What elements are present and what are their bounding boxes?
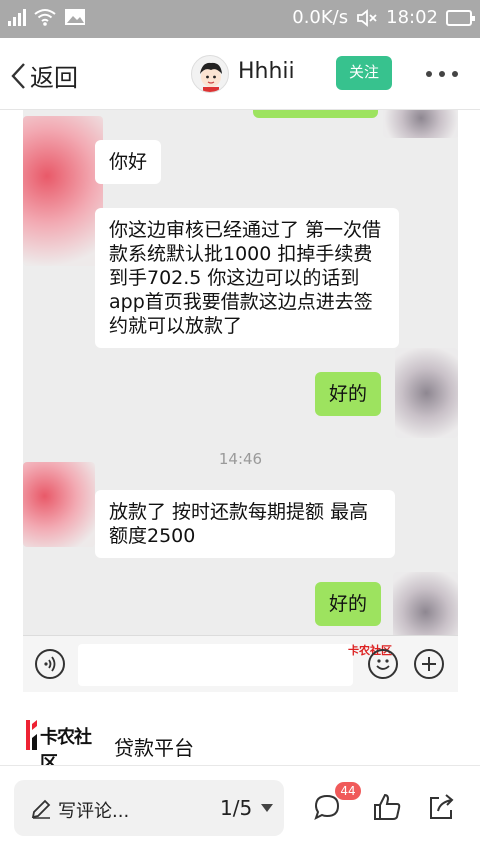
site-logo: 卡农社区 (24, 716, 96, 774)
back-label: 返回 (30, 64, 78, 92)
comment-count-badge: 44 (335, 782, 361, 800)
avatar-blurred (23, 462, 95, 547)
plus-icon (414, 649, 444, 679)
message-bubble-left: 放款了 按时还款每期提额 最高额度2500 (95, 490, 395, 558)
message-bubble-right: 好的 (315, 372, 382, 416)
avatar[interactable] (191, 55, 229, 93)
follow-button[interactable]: 关注 (336, 56, 392, 90)
message-bubble-left: 你这边审核已经通过了 第一次借款系统默认批1000 扣掉手续费到手702.5 你… (95, 208, 399, 348)
share-icon[interactable] (426, 792, 456, 822)
message-bubble-left: 你好 (95, 140, 162, 184)
top-nav: 返回 Hhhii 关注 (0, 38, 480, 110)
like-icon[interactable] (372, 792, 402, 822)
comment-input[interactable]: 写评论... 1/5 (14, 780, 284, 836)
signal-icon (8, 8, 26, 26)
image-icon (65, 9, 85, 25)
partial-bubble (253, 110, 378, 118)
username[interactable]: Hhhii (238, 59, 295, 84)
avatar-blurred (395, 348, 458, 438)
clock: 18:02 (386, 7, 438, 28)
emoji-icon (368, 649, 398, 679)
status-bar: 0.0K/s 18:02 (0, 0, 480, 38)
chat-screenshot[interactable]: 你好 你这边审核已经通过了 第一次借款系统默认批1000 扣掉手续费到手702.… (23, 110, 458, 692)
comment-placeholder: 写评论... (58, 801, 130, 822)
more-icon[interactable] (426, 71, 458, 77)
wifi-icon (34, 9, 56, 26)
voice-icon (35, 649, 65, 679)
link-title: 贷款平台 (114, 736, 194, 760)
network-speed: 0.0K/s (292, 7, 349, 28)
mute-icon (357, 8, 377, 27)
message-bubble-right: 好的 (315, 582, 382, 626)
chat-input-bar: 卡农社区 (23, 635, 458, 692)
back-button[interactable]: 返回 (10, 58, 78, 93)
page-indicator[interactable]: 1/5 (220, 796, 252, 820)
pen-icon (31, 799, 51, 819)
battery-icon (446, 9, 475, 26)
back-chevron-icon (11, 62, 25, 89)
chat-text-input (78, 644, 353, 686)
avatar-blurred (383, 110, 458, 138)
chevron-down-icon[interactable] (261, 804, 273, 812)
bottom-bar: 写评论... 1/5 44 (0, 766, 480, 854)
avatar-blurred (23, 116, 103, 266)
link-card[interactable]: 卡农社区 贷款平台 (0, 706, 480, 774)
